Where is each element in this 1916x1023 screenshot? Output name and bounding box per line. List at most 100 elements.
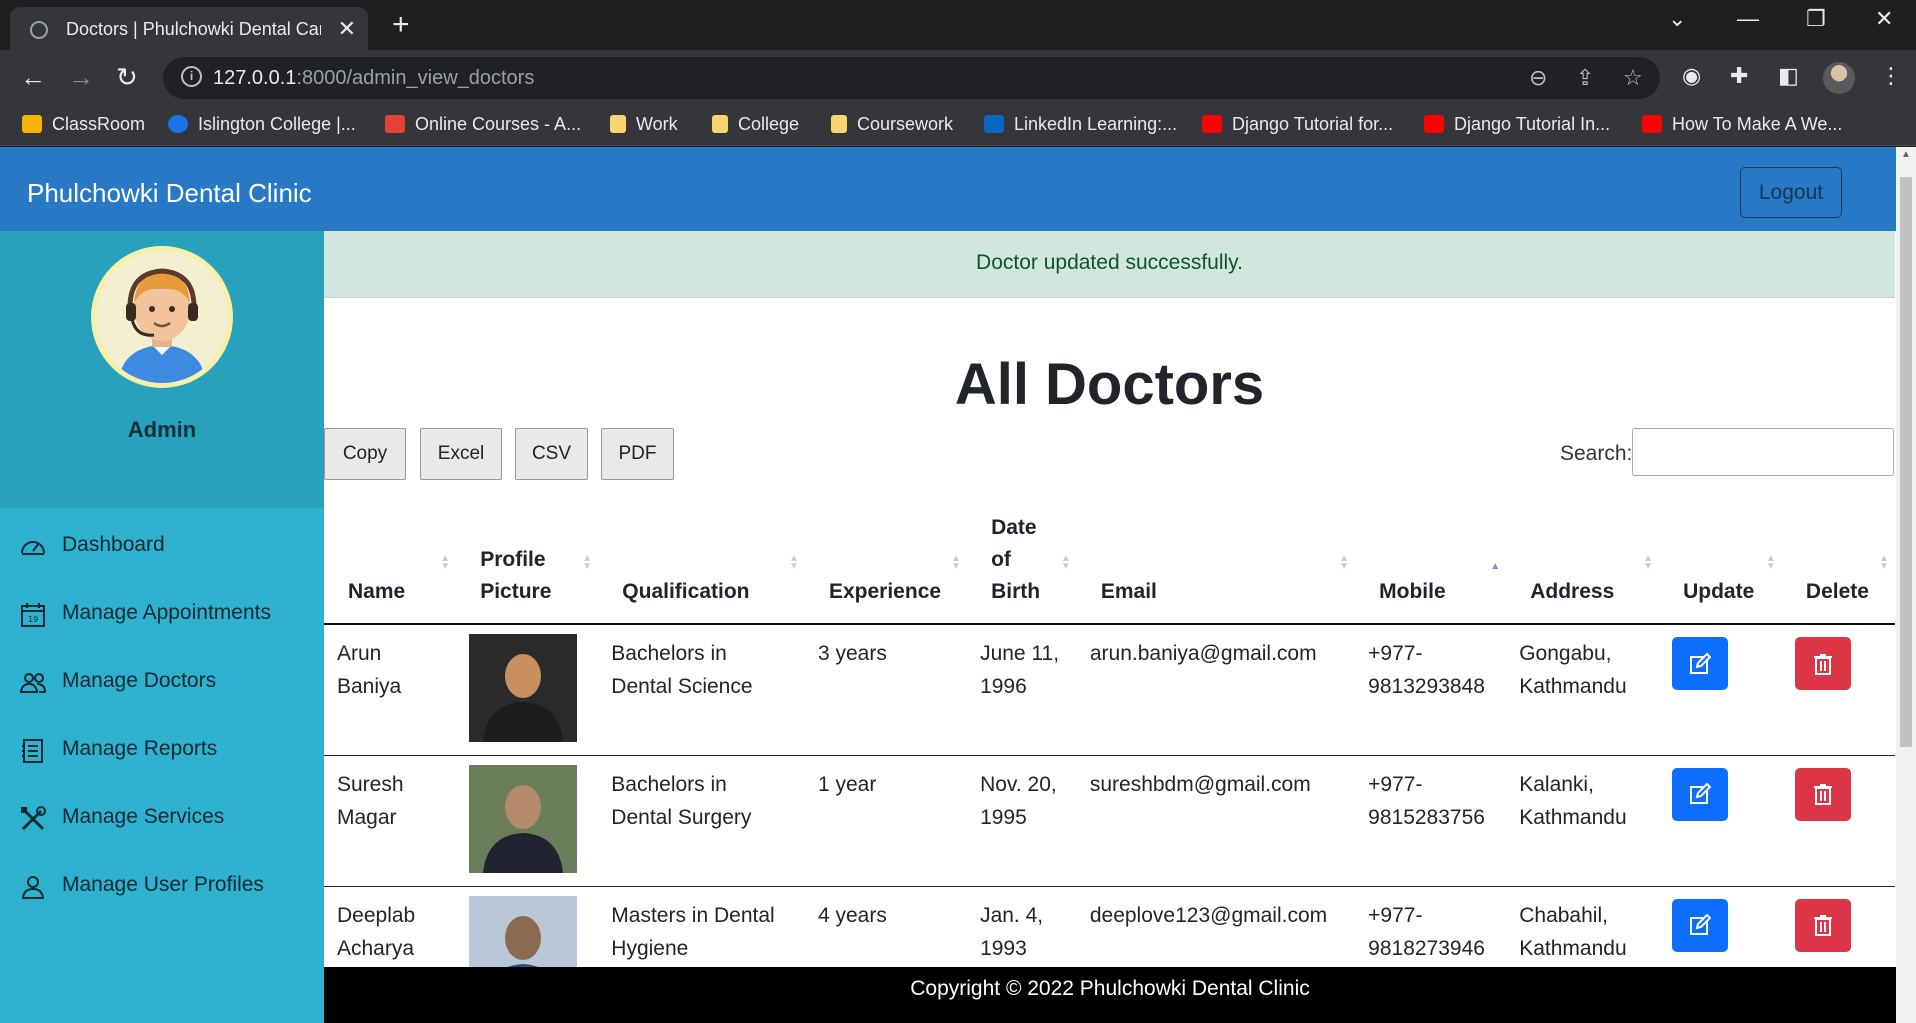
column-header-label: Picture (480, 580, 552, 603)
scrollbar-thumb[interactable] (1900, 177, 1912, 747)
bookmark-item[interactable]: LinkedIn Learning:... (984, 114, 1177, 135)
doctors-table: Name ▲ ▼ Profile Picture ▲ ▼ Qualification ▲ ▼ Exp… (324, 491, 1895, 1018)
email: arun.baniya@gmail.com (1076, 624, 1356, 756)
update-button[interactable] (1672, 767, 1729, 821)
doctor-name: Suresh Magar (324, 755, 457, 887)
footer: Copyright © 2022 Phulchowki Dental Clini… (324, 967, 1896, 1023)
delete-cell (1781, 624, 1895, 756)
column-header[interactable]: Mobile ▲ (1355, 491, 1507, 625)
table-body: Arun Baniya Bachelors in Dental Science 3 ye… (324, 624, 1895, 1018)
bookmark-item[interactable]: Coursework (831, 114, 953, 135)
delete-button[interactable] (1794, 767, 1851, 821)
sort-arrows-icon[interactable]: ▲ ▼ (1061, 554, 1071, 572)
url-text[interactable]: 127.0.0.1:8000/admin_view_doctors (213, 67, 534, 90)
forward-icon[interactable]: → (68, 62, 94, 93)
column-header[interactable]: Profile Picture ▲ ▼ (456, 491, 599, 625)
folder-icon (831, 115, 847, 133)
avatar (91, 246, 233, 388)
column-header[interactable]: Address ▲ ▼ (1506, 491, 1660, 625)
minimize-icon[interactable]: — (1737, 6, 1759, 32)
close-tab-icon[interactable]: ✕ (338, 16, 356, 42)
sort-arrows-icon[interactable]: ▲ ▼ (951, 554, 961, 572)
doctor-name-line: Deeplab (337, 903, 416, 927)
excel-button[interactable]: Excel (420, 428, 502, 480)
sort-arrows-icon[interactable]: ▲ ▼ (440, 554, 450, 572)
delete-button[interactable] (1794, 898, 1851, 952)
mobile-line: +977- (1368, 772, 1423, 796)
csv-button[interactable]: CSV (515, 428, 588, 480)
delete-button[interactable] (1794, 637, 1851, 690)
back-icon[interactable]: ← (20, 62, 46, 93)
search-label: Search: (1560, 442, 1633, 465)
sort-arrows-icon[interactable]: ▲ ▼ (582, 554, 592, 572)
column-header[interactable]: Update ▲ ▼ (1659, 491, 1782, 625)
reload-icon[interactable]: ↻ (116, 62, 138, 93)
update-cell (1659, 755, 1782, 887)
page-scrollbar[interactable]: ▲ (1896, 147, 1916, 1023)
column-header-label: Update (1683, 580, 1755, 603)
qualification-line: Hygiene (611, 936, 689, 960)
qualification-line: Masters in Dental (611, 903, 775, 927)
folder-icon (712, 115, 728, 133)
update-cell (1659, 624, 1782, 756)
bookmark-item[interactable]: Online Courses - A... (385, 114, 581, 135)
sort-arrows-icon[interactable]: ▲ ▼ (1339, 554, 1349, 572)
bookmark-item[interactable]: Django Tutorial for... (1202, 114, 1393, 135)
doctor-name-line: Magar (337, 805, 397, 829)
sort-arrows-icon[interactable]: ▲ ▼ (1879, 554, 1889, 572)
column-header[interactable]: Date of Birth ▲ ▼ (967, 491, 1077, 625)
column-header[interactable]: Experience ▲ ▼ (804, 491, 968, 625)
sidebar-item-label: Manage Services (62, 805, 225, 828)
share-icon[interactable]: ⇪ (1576, 65, 1594, 91)
address-line: Kalanki, (1519, 772, 1594, 796)
brand-title[interactable]: Phulchowki Dental Clinic (27, 178, 312, 209)
menu-kebab-icon[interactable]: ⋮ (1880, 63, 1902, 89)
calendar-icon: 19 (21, 603, 45, 627)
column-header[interactable]: Email ▲ ▼ (1076, 491, 1356, 625)
update-button[interactable] (1672, 637, 1729, 690)
search-input[interactable] (1632, 428, 1894, 476)
tab-search-icon[interactable]: ⌄ (1668, 6, 1686, 32)
site-info-icon[interactable]: i (181, 66, 202, 87)
column-header[interactable]: Qualification ▲ ▼ (598, 491, 805, 625)
bookmark-item[interactable]: How To Make A We... (1642, 114, 1842, 135)
pdf-button[interactable]: PDF (601, 428, 674, 480)
bookmark-icon (168, 115, 188, 133)
column-header[interactable]: Name ▲ ▼ (324, 491, 457, 625)
bookmark-item[interactable]: Django Tutorial In... (1424, 114, 1610, 135)
date-of-birth-line: Jan. 4, (980, 903, 1044, 927)
column-header-label: Experience (828, 580, 942, 603)
bookmark-item[interactable]: Work (610, 114, 678, 135)
copy-button[interactable]: Copy (324, 428, 406, 480)
column-header[interactable]: Delete ▲ ▼ (1781, 491, 1895, 625)
date-of-birth-line: 1996 (980, 675, 1027, 698)
qualification-line: Dental Surgery (611, 805, 752, 829)
address-bar[interactable]: i 127.0.0.1:8000/admin_view_doctors ⊖ ⇪ … (163, 57, 1660, 99)
browser-tab[interactable]: Doctors | Phulchowki Dental Care ✕ (10, 7, 368, 50)
sort-arrows-icon[interactable]: ▲ ▼ (1643, 554, 1653, 572)
scroll-up-icon[interactable]: ▲ (1901, 149, 1911, 160)
close-window-icon[interactable]: ✕ (1875, 6, 1893, 32)
zoom-icon[interactable]: ⊖ (1529, 65, 1547, 91)
extensions-puzzle-icon[interactable]: ✚ (1730, 63, 1748, 89)
bookmark-item[interactable]: College (712, 114, 799, 135)
update-button[interactable] (1672, 898, 1729, 952)
sort-arrows-icon[interactable]: ▲ (1490, 562, 1500, 572)
qualification: Bachelors in Dental Science (598, 624, 805, 756)
sort-arrows-icon[interactable]: ▲ ▼ (789, 554, 799, 572)
date-of-birth: June 11, 1996 (967, 624, 1077, 756)
mobile-line: 9813293848 (1368, 675, 1485, 698)
doctor-name-line: Suresh (337, 772, 404, 796)
sort-arrows-icon[interactable]: ▲ ▼ (1766, 554, 1776, 572)
side-panel-icon[interactable]: ◧ (1778, 63, 1799, 89)
table-header-row: Name ▲ ▼ Profile Picture ▲ ▼ Qualification ▲ ▼ Exp… (324, 491, 1895, 625)
date-of-birth-line: 1993 (980, 936, 1027, 960)
bookmark-item[interactable]: ClassRoom (22, 114, 145, 135)
bookmark-star-icon[interactable]: ☆ (1623, 65, 1643, 91)
restore-icon[interactable]: ❐ (1806, 6, 1826, 32)
extension-glasses-icon[interactable]: ◉ (1682, 63, 1701, 89)
profile-avatar-icon[interactable] (1823, 62, 1855, 94)
new-tab-icon[interactable]: + (392, 8, 410, 42)
bookmark-item[interactable]: Islington College |... (168, 114, 356, 135)
logout-button[interactable]: Logout (1740, 167, 1842, 218)
